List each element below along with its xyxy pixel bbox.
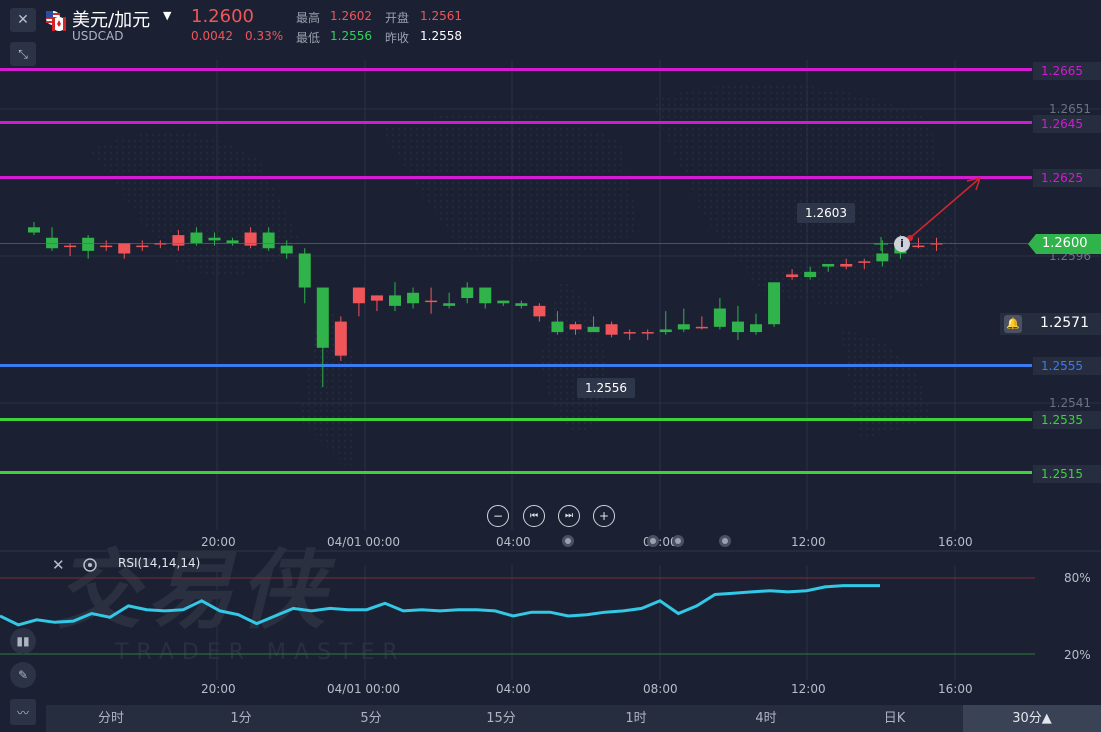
tab-4hour[interactable]: 4时 bbox=[706, 705, 826, 732]
candle-body bbox=[533, 305, 546, 317]
candle-body bbox=[731, 321, 744, 333]
price-axis-label: 1.2541 bbox=[1049, 396, 1091, 410]
info-icon[interactable]: i bbox=[894, 236, 910, 252]
candle-body bbox=[515, 303, 528, 306]
chart-type-button[interactable]: 〰 bbox=[10, 699, 36, 725]
draw-button[interactable]: ✎ bbox=[10, 662, 36, 688]
price-level-tag: 1.2535 bbox=[1033, 411, 1101, 429]
event-markers[interactable] bbox=[560, 534, 760, 548]
rsi-level-20: 20% bbox=[1064, 648, 1091, 662]
candle[interactable] bbox=[677, 308, 690, 333]
high-price-bubble: 1.2603 bbox=[797, 203, 855, 223]
zoom-in-button[interactable]: + bbox=[593, 505, 615, 527]
scroll-end-button[interactable]: ⏭ bbox=[558, 505, 580, 527]
time-axis-label: 04:00 bbox=[496, 535, 531, 549]
alert-price-value: 1.2571 bbox=[1040, 315, 1089, 331]
scroll-start-button[interactable]: ⏮ bbox=[523, 505, 545, 527]
candle-body bbox=[659, 329, 672, 333]
rsi-time-label: 04/01 00:00 bbox=[327, 682, 400, 696]
candle-body bbox=[425, 300, 438, 303]
low-price-bubble: 1.2556 bbox=[577, 378, 635, 398]
candle-body bbox=[605, 324, 618, 335]
rsi-line bbox=[0, 584, 880, 627]
rsi-time-label: 08:00 bbox=[643, 682, 678, 696]
indicator-button[interactable]: ▮▮ bbox=[10, 628, 36, 654]
candle-body bbox=[623, 332, 636, 334]
candle-body bbox=[587, 326, 600, 333]
rsi-level-80: 80% bbox=[1064, 571, 1091, 585]
skip-forward-icon: ⏭ bbox=[564, 511, 574, 521]
candle-body bbox=[334, 321, 347, 356]
tab-30min-selected[interactable]: 30分▲ bbox=[963, 705, 1101, 732]
price-level-tag: 1.2515 bbox=[1033, 465, 1101, 483]
tab-1hour[interactable]: 1时 bbox=[566, 705, 706, 732]
plus-icon: + bbox=[598, 509, 610, 523]
rsi-time-label: 20:00 bbox=[201, 682, 236, 696]
candle[interactable] bbox=[497, 300, 510, 306]
minus-icon: − bbox=[492, 509, 504, 523]
rsi-time-label: 16:00 bbox=[938, 682, 973, 696]
rsi-time-label: 04:00 bbox=[496, 682, 531, 696]
candle[interactable] bbox=[316, 287, 329, 388]
candle-body bbox=[551, 321, 564, 333]
tab-timeshare[interactable]: 分时 bbox=[46, 705, 176, 732]
candle[interactable] bbox=[334, 316, 347, 361]
candle[interactable] bbox=[713, 298, 726, 330]
candle[interactable] bbox=[533, 303, 546, 322]
tab-5min[interactable]: 5分 bbox=[306, 705, 436, 732]
time-axis-label: 12:00 bbox=[791, 535, 826, 549]
candle-body bbox=[713, 308, 726, 327]
candle[interactable] bbox=[515, 300, 528, 309]
crosshair-icon bbox=[874, 237, 888, 251]
candle-body bbox=[750, 324, 762, 333]
candle[interactable] bbox=[695, 316, 708, 330]
candle[interactable] bbox=[641, 329, 654, 340]
rsi-chart[interactable] bbox=[0, 565, 1040, 695]
candle-body bbox=[677, 324, 690, 330]
candle[interactable] bbox=[659, 311, 672, 335]
candlestick-icon: ▮▮ bbox=[16, 634, 30, 648]
zoom-out-button[interactable]: − bbox=[487, 505, 509, 527]
candle-body bbox=[443, 303, 456, 306]
candle[interactable] bbox=[587, 316, 600, 333]
tab-daily[interactable]: 日K bbox=[826, 705, 963, 732]
candle-body bbox=[569, 324, 582, 330]
candle[interactable] bbox=[569, 321, 582, 335]
tab-1min[interactable]: 1分 bbox=[176, 705, 306, 732]
price-level-tag: 1.2555 bbox=[1033, 357, 1101, 375]
trend-arrow[interactable] bbox=[0, 0, 1101, 300]
candle[interactable] bbox=[605, 321, 618, 338]
candle-body bbox=[641, 332, 654, 334]
candle[interactable] bbox=[750, 313, 762, 335]
alert-price-tag[interactable]: 🔔 1.2571 bbox=[1000, 313, 1101, 335]
line-chart-icon: 〰 bbox=[16, 705, 29, 720]
candle[interactable] bbox=[731, 305, 744, 340]
rsi-time-label: 12:00 bbox=[791, 682, 826, 696]
tab-15min[interactable]: 15分 bbox=[436, 705, 566, 732]
time-axis-label: 16:00 bbox=[938, 535, 973, 549]
candle[interactable] bbox=[551, 311, 564, 335]
skip-back-icon: ⏮ bbox=[529, 511, 539, 521]
candle-body bbox=[695, 326, 708, 329]
bell-icon: 🔔 bbox=[1004, 315, 1022, 333]
time-axis-label: 04/01 00:00 bbox=[327, 535, 400, 549]
candle[interactable] bbox=[623, 329, 636, 340]
period-tabs: 分时 1分 5分 15分 1时 4时 日K 30分▲ bbox=[46, 705, 1101, 732]
time-axis-label: 20:00 bbox=[201, 535, 236, 549]
pencil-icon: ✎ bbox=[17, 668, 29, 682]
candle-body bbox=[497, 300, 510, 304]
